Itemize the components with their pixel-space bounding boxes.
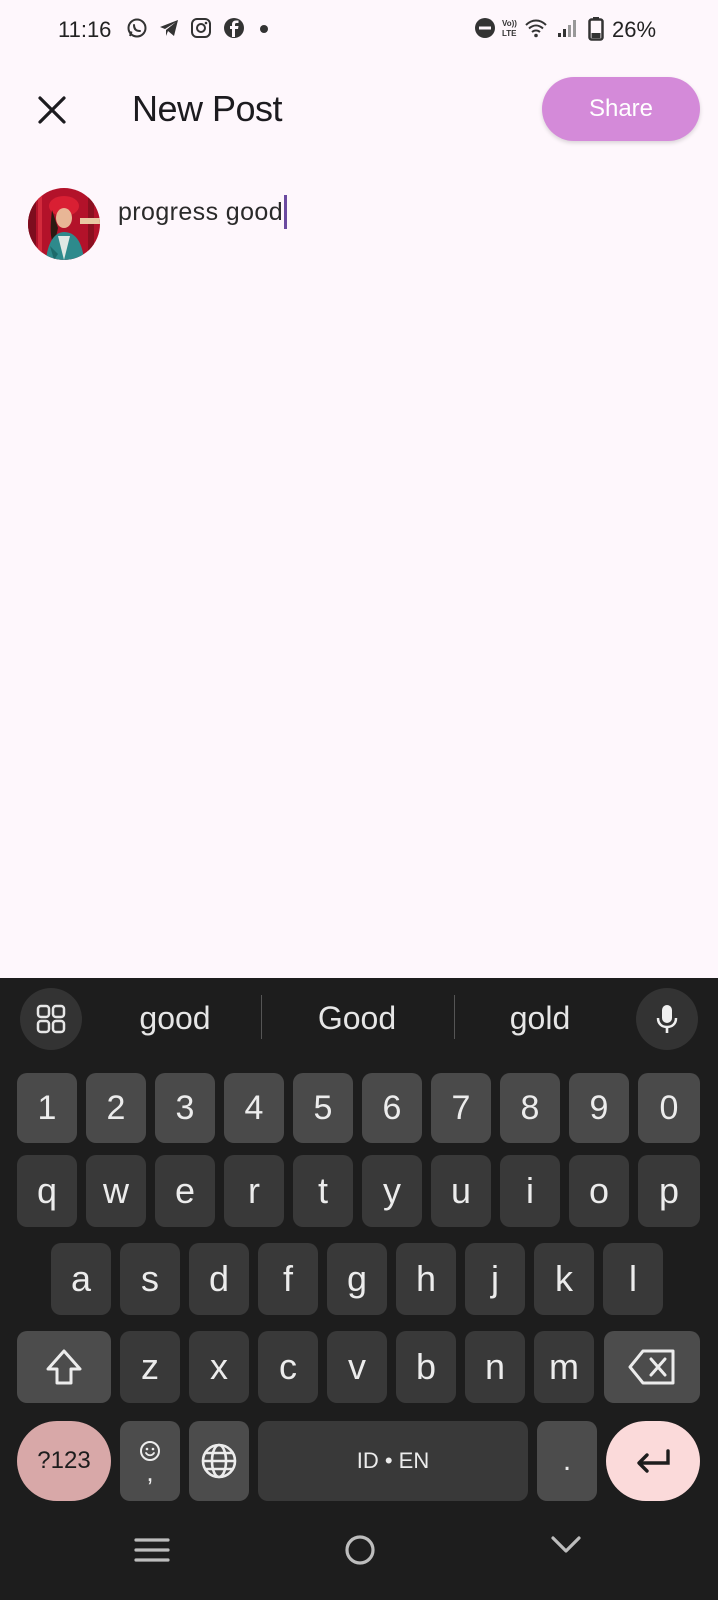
svg-text:Vo)): Vo)): [502, 19, 517, 28]
share-button[interactable]: Share: [542, 77, 700, 141]
facebook-icon: [224, 18, 244, 38]
key-j[interactable]: j: [465, 1243, 525, 1315]
home-icon[interactable]: [340, 1530, 380, 1570]
key-2[interactable]: 2: [86, 1073, 146, 1143]
status-time: 11:16: [58, 17, 112, 42]
key-a[interactable]: a: [51, 1243, 111, 1315]
key-3[interactable]: 3: [155, 1073, 215, 1143]
suggestion-3[interactable]: gold: [465, 988, 615, 1048]
battery-icon: [588, 17, 604, 41]
language-key[interactable]: [189, 1421, 249, 1501]
key-k[interactable]: k: [534, 1243, 594, 1315]
key-0[interactable]: 0: [638, 1073, 700, 1143]
key-f[interactable]: f: [258, 1243, 318, 1315]
whatsapp-icon: [127, 18, 147, 38]
text-cursor: [284, 195, 288, 229]
backspace-key[interactable]: [604, 1331, 700, 1403]
post-text-input[interactable]: progress good: [118, 192, 678, 232]
key-v[interactable]: v: [327, 1331, 387, 1403]
key-q[interactable]: q: [17, 1155, 77, 1227]
key-l[interactable]: l: [603, 1243, 663, 1315]
post-text: progress good: [118, 197, 284, 226]
key-6[interactable]: 6: [362, 1073, 422, 1143]
comma-label: ,: [146, 1457, 154, 1487]
telegram-icon: [160, 20, 178, 36]
key-y[interactable]: y: [362, 1155, 422, 1227]
key-d[interactable]: d: [189, 1243, 249, 1315]
key-g[interactable]: g: [327, 1243, 387, 1315]
key-w[interactable]: w: [86, 1155, 146, 1227]
signal-icon: [558, 20, 576, 37]
instagram-icon: [191, 18, 211, 38]
emoji-comma-key[interactable]: ,: [120, 1421, 180, 1501]
key-m[interactable]: m: [534, 1331, 594, 1403]
key-5[interactable]: 5: [293, 1073, 353, 1143]
wifi-icon: [525, 19, 547, 38]
key-o[interactable]: o: [569, 1155, 629, 1227]
key-e[interactable]: e: [155, 1155, 215, 1227]
key-8[interactable]: 8: [500, 1073, 560, 1143]
suggestion-divider: [454, 995, 455, 1039]
key-t[interactable]: t: [293, 1155, 353, 1227]
symbols-key[interactable]: ?123: [17, 1421, 111, 1501]
shift-key[interactable]: [17, 1331, 111, 1403]
backspace-icon: [628, 1349, 675, 1385]
key-s[interactable]: s: [120, 1243, 180, 1315]
space-key[interactable]: ID • EN: [258, 1421, 528, 1501]
battery-percentage: 26%: [612, 17, 657, 42]
suggestion-2[interactable]: Good: [282, 988, 432, 1048]
key-b[interactable]: b: [396, 1331, 456, 1403]
key-4[interactable]: 4: [224, 1073, 284, 1143]
globe-icon: [201, 1443, 237, 1479]
page-title: New Post: [132, 88, 283, 129]
volte-icon: Vo)) LTE: [502, 19, 517, 38]
close-button[interactable]: [30, 88, 74, 132]
dot-icon: [260, 25, 268, 33]
key-1[interactable]: 1: [17, 1073, 77, 1143]
keyboard-menu-button[interactable]: [20, 988, 82, 1050]
close-icon: [38, 96, 66, 124]
key-p[interactable]: p: [638, 1155, 700, 1227]
key-x[interactable]: x: [189, 1331, 249, 1403]
avatar: [28, 188, 100, 260]
suggestion-divider: [261, 995, 262, 1039]
do-not-disturb-icon: [475, 18, 495, 38]
period-key[interactable]: .: [537, 1421, 597, 1501]
enter-icon: [637, 1449, 670, 1473]
key-c[interactable]: c: [258, 1331, 318, 1403]
avatar-image: [28, 188, 100, 260]
key-i[interactable]: i: [500, 1155, 560, 1227]
hide-keyboard-icon[interactable]: [546, 1526, 586, 1566]
svg-text:LTE: LTE: [502, 29, 517, 38]
key-u[interactable]: u: [431, 1155, 491, 1227]
enter-key[interactable]: [606, 1421, 700, 1501]
navigation-bar: [0, 1510, 718, 1600]
key-r[interactable]: r: [224, 1155, 284, 1227]
key-z[interactable]: z: [120, 1331, 180, 1403]
key-7[interactable]: 7: [431, 1073, 491, 1143]
key-9[interactable]: 9: [569, 1073, 629, 1143]
status-bar: 11:16 Vo)) LTE 26%: [0, 0, 718, 60]
recents-icon[interactable]: [132, 1530, 172, 1570]
microphone-icon: [656, 1005, 678, 1033]
voice-input-button[interactable]: [636, 988, 698, 1050]
apps-grid-icon: [36, 1004, 66, 1034]
suggestion-1[interactable]: good: [100, 988, 250, 1048]
key-n[interactable]: n: [465, 1331, 525, 1403]
key-h[interactable]: h: [396, 1243, 456, 1315]
shift-icon: [46, 1349, 82, 1385]
